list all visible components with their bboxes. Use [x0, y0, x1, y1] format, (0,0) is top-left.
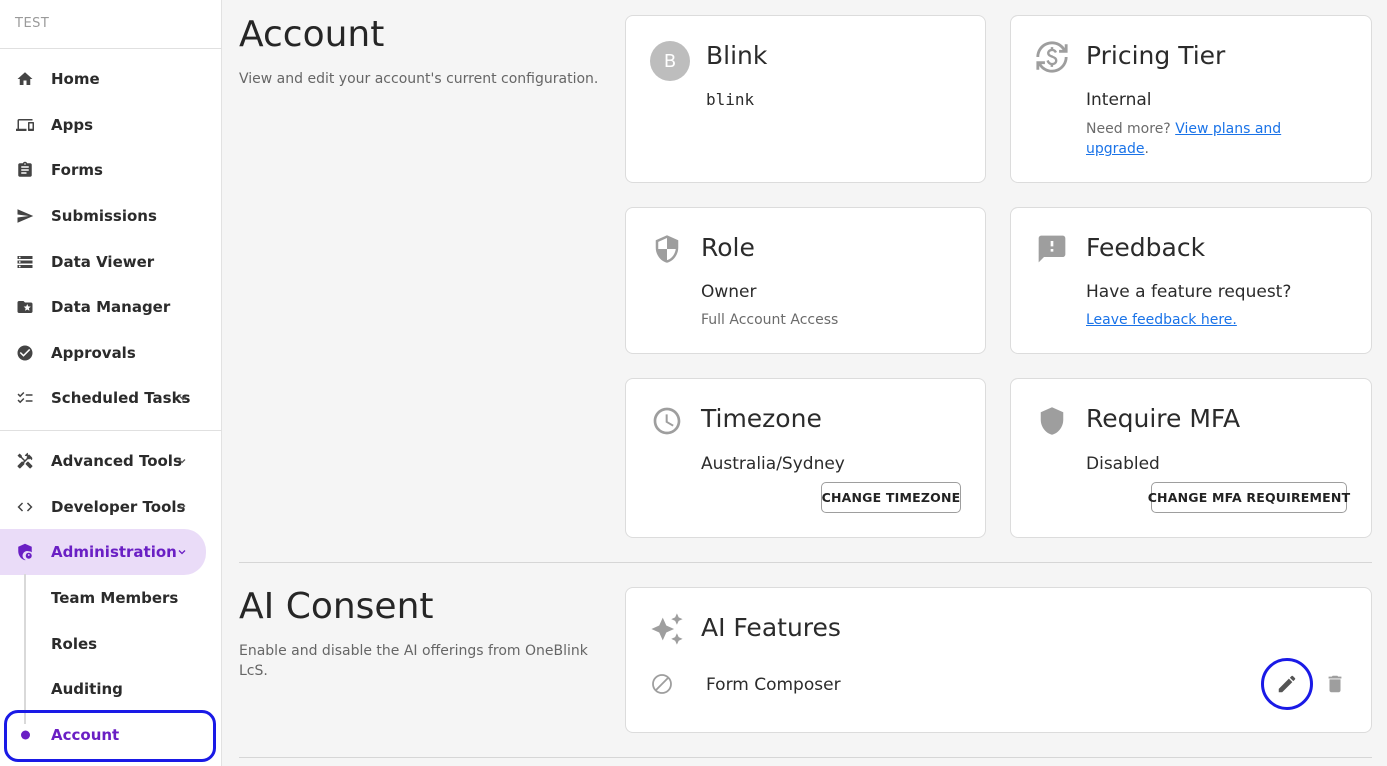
- card-title: Feedback: [1086, 233, 1206, 262]
- org-name: TEST: [15, 16, 50, 31]
- sidebar-item-label: Home: [51, 70, 100, 88]
- shield-filled-icon: [1035, 404, 1069, 438]
- sidebar-item-label: Roles: [51, 635, 98, 653]
- timezone-card: Timezone Australia/Sydney CHANGE TIMEZON…: [625, 378, 986, 538]
- card-title: Blink: [706, 41, 768, 70]
- sidebar-divider: [0, 48, 222, 49]
- pricing-tier-value: Internal: [1086, 90, 1152, 110]
- sidebar-item-label: Team Members: [51, 589, 179, 607]
- account-slug: blink: [706, 90, 755, 109]
- focus-highlight: [1261, 658, 1313, 710]
- checklist-icon: [15, 388, 35, 408]
- sidebar-item-label: Approvals: [51, 344, 136, 362]
- feedback-card: Feedback Have a feature request? Leave f…: [1010, 207, 1372, 354]
- send-icon: [15, 206, 35, 226]
- feedback-prompt: Have a feature request?: [1086, 282, 1292, 302]
- feedback-link-wrap: Leave feedback here.: [1086, 310, 1237, 330]
- devices-icon: [15, 115, 35, 135]
- chevron-down-icon: [179, 396, 187, 401]
- account-name-card: B Blink blink: [625, 15, 986, 183]
- card-title: AI Features: [701, 613, 841, 642]
- focus-highlight: [4, 710, 216, 762]
- sidebar-item-developer-tools[interactable]: Developer Tools: [0, 487, 222, 527]
- sidebar-item-label: Advanced Tools: [51, 452, 182, 470]
- sidebar-divider: [0, 430, 222, 431]
- card-title: Pricing Tier: [1086, 41, 1226, 70]
- sidebar-item-label: Administration: [51, 543, 177, 561]
- admin-shield-icon: [15, 542, 35, 562]
- sidebar-item-label: Data Viewer: [51, 253, 155, 271]
- section-divider: [239, 757, 1372, 758]
- page-description: View and edit your account's current con…: [239, 71, 599, 87]
- clipboard-icon: [15, 160, 35, 180]
- chevron-down-icon: [178, 550, 186, 555]
- pricing-tier-card: Pricing Tier Internal Need more? View pl…: [1010, 15, 1372, 183]
- sidebar-item-advanced-tools[interactable]: Advanced Tools: [0, 441, 222, 481]
- check-circle-icon: [15, 343, 35, 363]
- chevron-down-icon: [178, 459, 186, 464]
- need-more-text: Need more?: [1086, 121, 1171, 137]
- storage-icon: [15, 252, 35, 272]
- page-title: Account: [239, 14, 385, 55]
- card-title: Timezone: [701, 404, 822, 433]
- sidebar-item-administration[interactable]: Administration: [0, 529, 206, 575]
- sidebar-item-apps[interactable]: Apps: [0, 105, 222, 145]
- code-icon: [15, 497, 35, 517]
- card-title: Require MFA: [1086, 404, 1241, 433]
- currency-exchange-icon: [1035, 40, 1069, 74]
- block-icon: [645, 667, 679, 701]
- role-description: Full Account Access: [701, 312, 839, 328]
- avatar: B: [650, 41, 690, 81]
- require-mfa-card: Require MFA Disabled CHANGE MFA REQUIREM…: [1010, 378, 1372, 538]
- sidebar-item-label: Apps: [51, 116, 94, 134]
- leave-feedback-link[interactable]: Leave feedback here.: [1086, 312, 1237, 328]
- delete-icon[interactable]: [1318, 667, 1352, 701]
- sidebar-item-data-manager[interactable]: Data Manager: [0, 287, 222, 327]
- ai-feature-name: Form Composer: [706, 675, 841, 695]
- sidebar-item-label: Auditing: [51, 680, 123, 698]
- sidebar-item-roles[interactable]: Roles: [0, 624, 222, 664]
- sidebar-item-label: Developer Tools: [51, 498, 186, 516]
- sidebar-item-data-viewer[interactable]: Data Viewer: [0, 242, 222, 282]
- sidebar-item-team-members[interactable]: Team Members: [0, 578, 222, 618]
- home-icon: [15, 69, 35, 89]
- sidebar-item-forms[interactable]: Forms: [0, 150, 222, 190]
- change-mfa-requirement-button[interactable]: CHANGE MFA REQUIREMENT: [1148, 482, 1350, 513]
- upgrade-text: Need more? View plans and upgrade.: [1086, 121, 1282, 157]
- sidebar-item-auditing[interactable]: Auditing: [0, 669, 222, 709]
- sidebar-item-label: Forms: [51, 161, 103, 179]
- shield-icon: [650, 232, 684, 266]
- sidebar-item-label: Submissions: [51, 207, 157, 225]
- tools-icon: [15, 451, 35, 471]
- sparkles-icon: [650, 612, 684, 646]
- change-timezone-button[interactable]: CHANGE TIMEZONE: [821, 482, 961, 513]
- sidebar-item-label: Scheduled Tasks: [51, 389, 191, 407]
- ai-consent-description: Enable and disable the AI offerings from…: [239, 643, 588, 679]
- role-value: Owner: [701, 282, 757, 302]
- folder-star-icon: [15, 297, 35, 317]
- sidebar-item-home[interactable]: Home: [0, 59, 222, 99]
- ai-features-card: AI Features Form Composer: [625, 587, 1372, 733]
- role-card: Role Owner Full Account Access: [625, 207, 986, 354]
- sidebar-item-scheduled-tasks[interactable]: Scheduled Tasks: [0, 378, 222, 418]
- chevron-down-icon: [178, 505, 186, 510]
- card-title: Role: [701, 233, 755, 262]
- sidebar-item-label: Data Manager: [51, 298, 171, 316]
- feedback-icon: [1035, 232, 1069, 266]
- sidebar-item-approvals[interactable]: Approvals: [0, 333, 222, 373]
- section-divider: [239, 562, 1372, 563]
- sidebar-item-submissions[interactable]: Submissions: [0, 196, 222, 236]
- section-title-ai-consent: AI Consent: [239, 586, 434, 627]
- timezone-value: Australia/Sydney: [701, 454, 845, 474]
- clock-icon: [650, 404, 684, 438]
- sidebar: TEST Home Apps Forms Submissions Data Vi…: [0, 0, 222, 766]
- mfa-value: Disabled: [1086, 454, 1160, 474]
